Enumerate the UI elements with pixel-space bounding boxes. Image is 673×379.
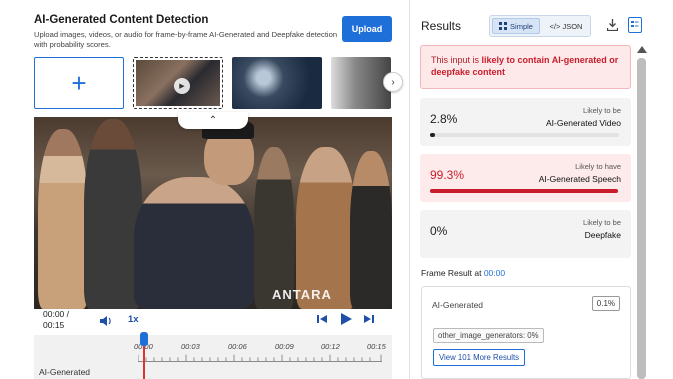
timeline[interactable]: 00:00 00:03 00:06 00:09 00:12 00:15 AI-G… — [34, 332, 392, 379]
metric-progress-bar — [430, 133, 619, 137]
page-title: AI-Generated Content Detection — [34, 14, 209, 26]
verdict-alert: This input is likely to contain AI-gener… — [420, 45, 631, 89]
video-thumbnail-image: ▶ — [136, 60, 220, 106]
video-controls: 00:00 / 00:15 1x — [34, 309, 392, 335]
frame-result-score: 0.1% — [591, 296, 620, 311]
generator-tag: other_image_generators: 0% — [433, 328, 544, 343]
metric-card-video: 2.8% Likely to be AI-Generated Video — [420, 98, 631, 146]
scroll-up-arrow-icon[interactable] — [637, 46, 647, 53]
simple-view-tab[interactable]: Simple — [492, 18, 540, 34]
skip-back-icon[interactable] — [317, 314, 327, 324]
metric-card-deepfake: 0% Likely to be Deepfake — [420, 210, 631, 258]
frame-result-label: AI-Generated — [432, 300, 484, 310]
results-panel: Results Simple </> JSON This input is li… — [411, 0, 673, 379]
metric-label: AI-Generated Video — [546, 118, 621, 128]
alert-prefix: This input is — [431, 55, 482, 65]
video-figure — [134, 177, 254, 309]
metric-progress-bar — [430, 189, 619, 193]
upload-button[interactable]: Upload — [342, 16, 392, 42]
timeline-tick-label: 00:12 — [321, 342, 340, 351]
metric-label: Deepfake — [584, 230, 621, 240]
play-overlay-icon: ▶ — [174, 78, 190, 94]
timeline-tick-label: 00:06 — [228, 342, 247, 351]
report-icon[interactable] — [628, 17, 642, 33]
upload-panel: AI-Generated Content Detection Upload im… — [0, 0, 410, 379]
playhead-line — [143, 343, 145, 379]
metric-progress-fill — [430, 133, 436, 137]
video-figure — [38, 129, 88, 309]
results-title: Results — [421, 19, 462, 33]
playback-speed-button[interactable]: 1x — [128, 314, 139, 325]
video-figure — [254, 147, 294, 309]
timeline-ruler — [138, 354, 382, 362]
metric-label: AI-Generated Speech — [538, 174, 621, 184]
metric-value: 2.8% — [430, 112, 458, 126]
collapse-toggle-button[interactable]: ⌃ — [178, 112, 248, 129]
video-watermark: ANTARA — [272, 287, 332, 302]
media-thumbnail[interactable] — [232, 57, 322, 109]
frame-result-time-link[interactable]: 00:00 — [484, 268, 505, 278]
video-figure — [296, 147, 356, 309]
frame-result-card: AI-Generated 0.1% other_image_generators… — [421, 286, 631, 379]
media-carousel: + ▶ › — [34, 57, 403, 109]
video-figure — [350, 151, 392, 309]
time-display: 00:00 / 00:15 — [43, 309, 69, 330]
volume-icon[interactable] — [99, 315, 113, 327]
playhead-handle[interactable] — [140, 332, 148, 346]
skip-forward-icon[interactable] — [364, 314, 374, 324]
timeline-tick-label: 00:15 — [367, 342, 386, 351]
results-scrollbar[interactable] — [637, 46, 647, 379]
scrollbar-thumb[interactable] — [637, 58, 646, 379]
frame-result-prefix: Frame Result at — [421, 268, 484, 278]
download-icon[interactable] — [607, 19, 618, 31]
video-player[interactable] — [34, 117, 392, 309]
metric-value: 0% — [430, 224, 448, 238]
add-media-button[interactable]: + — [34, 57, 124, 109]
grid-icon — [499, 22, 508, 30]
metric-card-speech: 99.3% Likely to have AI-Generated Speech — [420, 154, 631, 202]
frame-result-header: Frame Result at 00:00 — [421, 268, 505, 278]
metric-caption: Likely to have — [575, 162, 621, 171]
media-thumbnail[interactable] — [331, 57, 391, 109]
play-icon[interactable] — [339, 312, 353, 326]
metric-caption: Likely to be — [583, 106, 621, 115]
metric-caption: Likely to be — [583, 218, 621, 227]
metric-progress-fill — [430, 189, 618, 193]
metric-value: 99.3% — [430, 168, 465, 182]
timeline-track-label: AI-Generated — [39, 367, 91, 377]
page-subtitle: Upload images, videos, or audio for fram… — [34, 30, 338, 49]
simple-view-label: Simple — [510, 21, 533, 31]
media-thumbnail-selected[interactable]: ▶ — [133, 57, 223, 109]
timeline-tick-label: 00:09 — [275, 342, 294, 351]
json-view-tab[interactable]: </> JSON — [543, 18, 589, 34]
view-toggle: Simple </> JSON — [489, 15, 591, 37]
timeline-tick-label: 00:03 — [181, 342, 200, 351]
carousel-next-button[interactable]: › — [383, 72, 403, 92]
view-more-results-button[interactable]: View 101 More Results — [433, 349, 526, 366]
